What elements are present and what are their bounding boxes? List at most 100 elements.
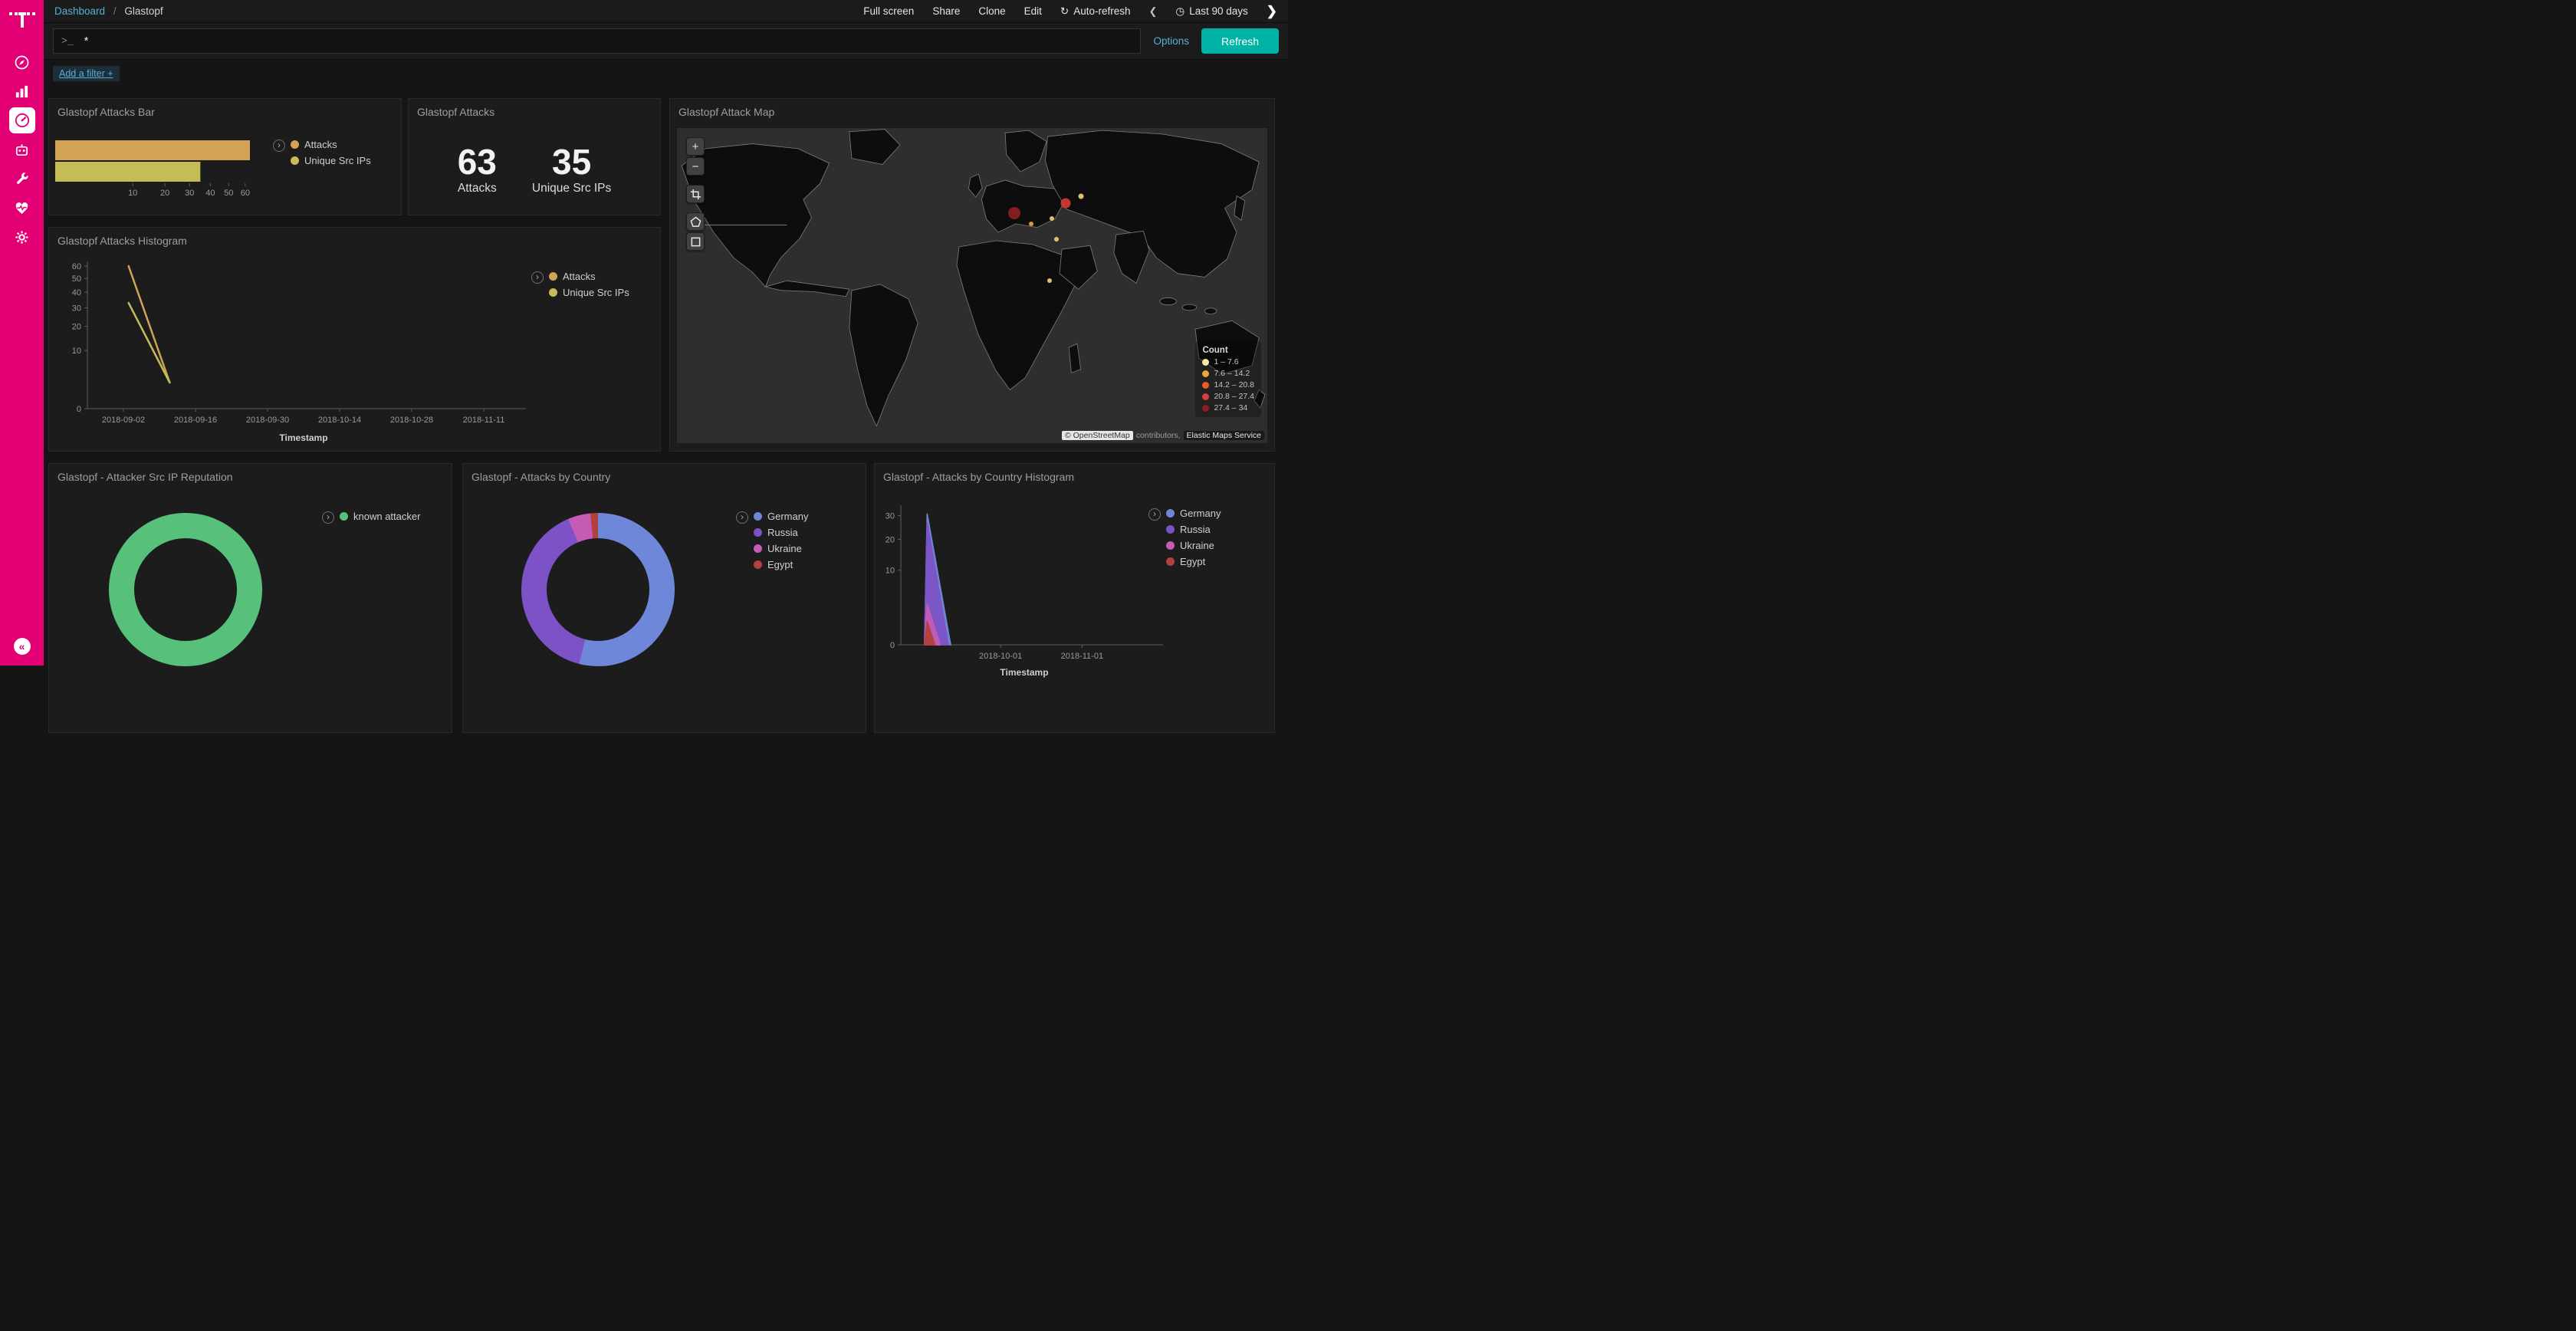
legend-toggle-icon[interactable]: › [531,271,544,284]
query-options-link[interactable]: Options [1153,35,1189,47]
chart-legend: › Germany Russia Ukraine Egypt [736,511,808,570]
legend-item-known-attacker[interactable]: known attacker [340,511,420,522]
gauge-icon [9,107,35,133]
legend-label: Germany [767,511,808,522]
refresh-button[interactable]: Refresh [1201,28,1279,54]
legend-item-attacks[interactable]: Attacks [291,139,371,150]
time-picker-button[interactable]: ◷ Last 90 days [1175,5,1247,18]
sidebar-item-dashboard[interactable] [0,106,44,135]
map-legend-row: 14.2 – 20.8 [1202,380,1254,389]
polygon-select-button[interactable] [686,212,705,231]
sidebar-collapse-button[interactable]: « [14,638,31,655]
attacks-bar-chart[interactable]: 102030405060 [51,133,281,205]
panel-src-ip-reputation: Glastopf - Attacker Src IP Reputation › … [48,463,452,733]
gear-icon [9,224,35,250]
clock-icon: ◷ [1175,5,1184,18]
legend-label: Germany [1180,508,1221,519]
legend-item-unique-src-ips[interactable]: Unique Src IPs [549,287,629,298]
chart-legend: › Attacks Unique Src IPs [273,139,371,166]
time-range-prev-button[interactable]: ❮ [1149,5,1158,18]
legend-label: Egypt [767,559,793,570]
legend-item-unique-src-ips[interactable]: Unique Src IPs [291,155,371,166]
svg-text:2018-09-02: 2018-09-02 [102,416,145,425]
map-marker[interactable] [1060,199,1070,209]
map-marker[interactable] [1029,222,1033,226]
map-legend-row: 7.6 – 14.2 [1202,369,1254,378]
legend-label: Russia [767,527,798,538]
telekom-logo[interactable] [9,7,35,34]
legend-item-ukraine[interactable]: Ukraine [1166,540,1221,551]
country-pie-chart[interactable] [521,513,675,666]
query-input[interactable]: >_ * [53,28,1141,54]
legend-label: Ukraine [767,543,802,554]
auto-refresh-button[interactable]: ↻ Auto-refresh [1060,5,1131,18]
breadcrumb-separator: / [113,5,117,17]
svg-text:2018-09-30: 2018-09-30 [246,416,289,425]
metric-attacks: 63 Attacks [458,143,497,196]
query-value: * [84,35,89,48]
legend-item-attacks[interactable]: Attacks [549,271,629,282]
legend-item-russia[interactable]: Russia [1166,524,1221,535]
sidebar-item-discover[interactable] [0,48,44,77]
legend-toggle-icon[interactable]: › [736,511,748,524]
legend-toggle-icon[interactable]: › [1148,508,1161,521]
attribution-text: contributors, [1136,431,1181,440]
map-legend-swatch [1202,382,1209,389]
map-legend: Count 1 – 7.67.6 – 14.214.2 – 20.820.8 –… [1195,341,1261,417]
legend-toggle-icon[interactable]: › [273,140,285,152]
metric-unique-src-ips: 35 Unique Src IPs [532,143,611,196]
world-map[interactable]: + − Count 1 – 7.67.6 – 14 [677,128,1267,443]
add-filter-link[interactable]: Add a filter + [53,66,120,81]
legend-item-ukraine[interactable]: Ukraine [754,543,808,554]
legend-item-egypt[interactable]: Egypt [1166,556,1221,567]
attacks-line-chart[interactable]: 01020304050602018-09-022018-09-162018-09… [55,255,546,449]
zoom-in-button[interactable]: + [686,137,705,156]
legend-item-egypt[interactable]: Egypt [754,559,808,570]
legend-swatch [549,288,557,297]
map-marker[interactable] [1047,278,1052,283]
legend-item-russia[interactable]: Russia [754,527,808,538]
full-screen-button[interactable]: Full screen [863,5,914,17]
share-button[interactable]: Share [932,5,960,17]
legend-toggle-icon[interactable]: › [322,511,334,524]
sidebar-item-dev-tools[interactable] [0,164,44,193]
elastic-maps-link[interactable]: Elastic Maps Service [1184,431,1264,440]
sidebar-item-timelion[interactable] [0,135,44,164]
rectangle-select-button[interactable] [686,232,705,251]
legend-swatch [340,512,348,521]
legend-swatch [1166,557,1175,566]
legend-swatch [1166,525,1175,534]
svg-text:10: 10 [128,189,137,198]
map-legend-title: Count [1202,346,1254,355]
svg-text:2018-10-14: 2018-10-14 [318,416,361,425]
fit-bounds-button[interactable] [686,185,705,203]
sidebar-item-visualize[interactable] [0,77,44,106]
legend-swatch [291,140,299,149]
legend-label: Attacks [304,139,337,150]
chart-legend: › Attacks Unique Src IPs [531,271,629,298]
clone-button[interactable]: Clone [978,5,1005,17]
legend-label: Unique Src IPs [563,287,629,298]
map-legend-row: 20.8 – 27.4 [1202,392,1254,401]
svg-text:50: 50 [224,189,233,198]
breadcrumb-dashboard-link[interactable]: Dashboard [54,5,105,17]
legend-swatch [754,560,762,569]
map-marker[interactable] [1078,193,1083,199]
svg-text:2018-10-28: 2018-10-28 [390,416,433,425]
wrench-icon [9,166,35,192]
svg-text:0: 0 [890,641,895,650]
time-range-next-button[interactable]: ❯ [1267,4,1277,19]
sidebar-item-management[interactable] [0,222,44,251]
panel-title: Glastopf Attacks Bar [49,99,401,125]
map-marker[interactable] [1054,237,1059,242]
openstreetmap-link[interactable]: © OpenStreetMap [1062,431,1133,440]
legend-item-germany[interactable]: Germany [1166,508,1221,519]
zoom-out-button[interactable]: − [686,157,705,176]
map-marker[interactable] [1050,216,1054,221]
edit-button[interactable]: Edit [1024,5,1042,17]
svg-text:Timestamp: Timestamp [279,432,327,443]
sidebar-item-monitoring[interactable] [0,193,44,222]
legend-item-germany[interactable]: Germany [754,511,808,522]
reputation-pie-chart[interactable] [109,513,262,666]
map-marker[interactable] [1008,207,1020,219]
